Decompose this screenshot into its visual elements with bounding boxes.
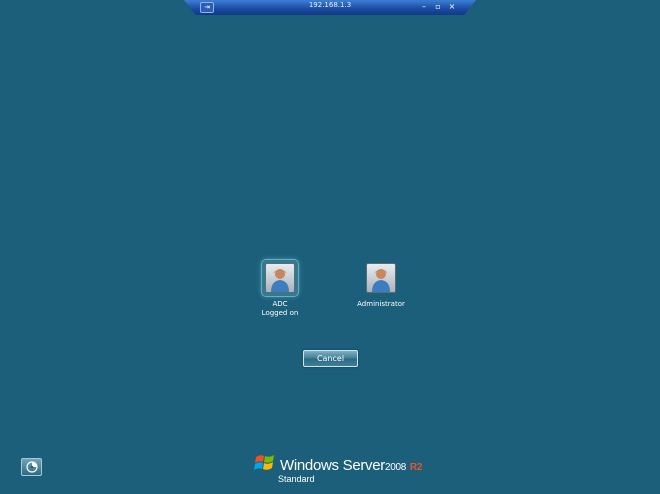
user-status: Logged on [261,309,299,317]
minimize-button[interactable]: – [420,1,428,12]
ease-of-access-icon [25,461,38,473]
windows-logo-icon [254,455,274,470]
user-tile-frame [363,260,399,296]
restore-button[interactable]: ▫ [434,1,442,12]
product-release: R2 [409,462,423,473]
cancel-button[interactable]: Cancel [303,350,358,367]
product-edition: Standard [278,474,315,484]
user-name: ADC [272,300,288,308]
user-tile-adc[interactable]: ADC Logged on [240,260,320,318]
user-name: Administrator [357,300,405,308]
window-controls: – ▫ × [420,1,456,12]
product-wordmark: Windows Server2008 R2 [280,457,422,474]
close-button[interactable]: × [448,1,456,12]
product-version: 2008 [385,462,407,473]
user-avatar-icon [265,263,295,293]
user-avatar-icon [366,263,396,293]
product-name: Windows Server [280,457,385,474]
user-tile-frame [262,260,298,296]
remote-connection-bar: ⇥ 192.168.1.3 – ▫ × [184,0,476,15]
ease-of-access-button[interactable] [21,458,42,476]
user-tile-administrator[interactable]: Administrator [341,260,421,309]
